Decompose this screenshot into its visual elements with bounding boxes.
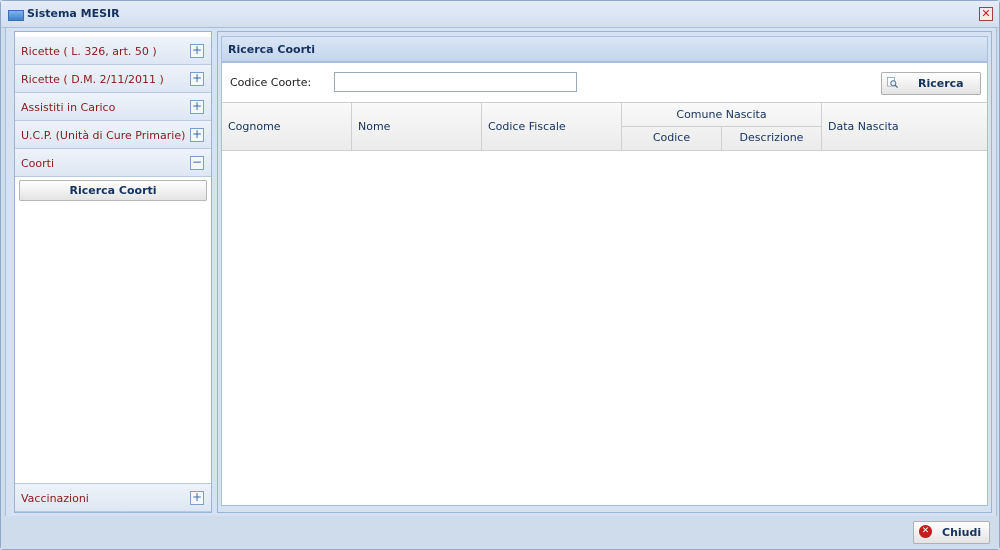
expand-plus-icon[interactable]: + (190, 72, 204, 86)
column-header-codice-fiscale[interactable]: Codice Fiscale (482, 103, 622, 150)
app-window-icon (8, 10, 24, 21)
results-table-header: Cognome Nome Codice Fiscale Comune Nasci… (222, 102, 987, 151)
column-header-descrizione[interactable]: Descrizione (722, 127, 822, 150)
ricerca-button-label: Ricerca (918, 77, 964, 90)
expand-plus-icon[interactable]: + (190, 100, 204, 114)
column-group-comune-nascita: Comune Nascita (622, 103, 822, 127)
sidebar-item-label: Ricette ( L. 326, art. 50 ) (21, 45, 157, 58)
window-close-icon[interactable]: ✕ (979, 7, 993, 21)
column-header-nome[interactable]: Nome (352, 103, 482, 150)
results-table-body (222, 150, 987, 505)
app-window: Sistema MESIR ✕ Ricette ( L. 326, art. 5… (0, 0, 1000, 550)
column-group-label: Comune Nascita (676, 108, 767, 121)
sidebar-item-assistiti[interactable]: Assistiti in Carico + (15, 93, 211, 121)
sidebar-item-vaccinazioni[interactable]: Vaccinazioni + (15, 483, 211, 512)
sidebar-item-label: U.C.P. (Unità di Cure Primarie) (21, 129, 186, 142)
panel-body: Codice Coorte: Ricerca Cognome Nome Codi… (221, 62, 988, 506)
chiudi-button[interactable]: ✕ Chiudi (913, 521, 990, 544)
panel-title: Ricerca Coorti (228, 43, 316, 56)
expand-plus-icon[interactable]: + (190, 44, 204, 58)
column-header-label: Codice (652, 131, 691, 144)
column-header-label: Codice Fiscale (488, 120, 566, 133)
chiudi-button-label: Chiudi (942, 526, 982, 539)
sidebar-item-ricette-l326[interactable]: Ricette ( L. 326, art. 50 ) + (15, 37, 211, 65)
sidebar-item-coorti[interactable]: Coorti − (15, 149, 211, 177)
column-header-cognome[interactable]: Cognome (222, 103, 352, 150)
sidebar-item-ucp[interactable]: U.C.P. (Unità di Cure Primarie) + (15, 121, 211, 149)
collapse-minus-icon[interactable]: − (190, 156, 204, 170)
content-area: Ricette ( L. 326, art. 50 ) + Ricette ( … (5, 27, 997, 517)
expand-plus-icon[interactable]: + (190, 128, 204, 142)
column-header-label: Data Nascita (828, 120, 899, 133)
sidebar-item-label: Vaccinazioni (21, 492, 89, 505)
sidebar-item-label: Assistiti in Carico (21, 101, 116, 114)
column-header-data-nascita[interactable]: Data Nascita (822, 103, 986, 150)
column-header-label: Nome (358, 120, 391, 133)
sidebar-item-label: Coorti (21, 157, 55, 170)
ricerca-button[interactable]: Ricerca (881, 72, 981, 95)
expand-plus-icon[interactable]: + (190, 491, 204, 505)
sidebar-item-ricette-dm[interactable]: Ricette ( D.M. 2/11/2011 ) + (15, 65, 211, 93)
ricerca-coorti-button[interactable]: Ricerca Coorti (19, 180, 207, 201)
title-bar: Sistema MESIR ✕ (1, 1, 999, 28)
main-panel: Ricerca Coorti Codice Coorte: Ricerca Co… (217, 31, 992, 513)
search-icon (887, 77, 898, 88)
codice-coorte-label: Codice Coorte: (230, 76, 312, 89)
column-header-codice[interactable]: Codice (622, 127, 722, 150)
sidebar: Ricette ( L. 326, art. 50 ) + Ricette ( … (14, 31, 212, 513)
column-header-label: Cognome (228, 120, 281, 133)
close-circle-icon: ✕ (919, 525, 932, 538)
column-header-label: Descrizione (739, 131, 804, 144)
window-footer: ✕ Chiudi (1, 516, 999, 549)
window-title: Sistema MESIR (27, 7, 120, 20)
sidebar-item-label: Ricette ( D.M. 2/11/2011 ) (21, 73, 164, 86)
codice-coorte-input[interactable] (334, 72, 577, 92)
panel-header: Ricerca Coorti (221, 36, 988, 62)
